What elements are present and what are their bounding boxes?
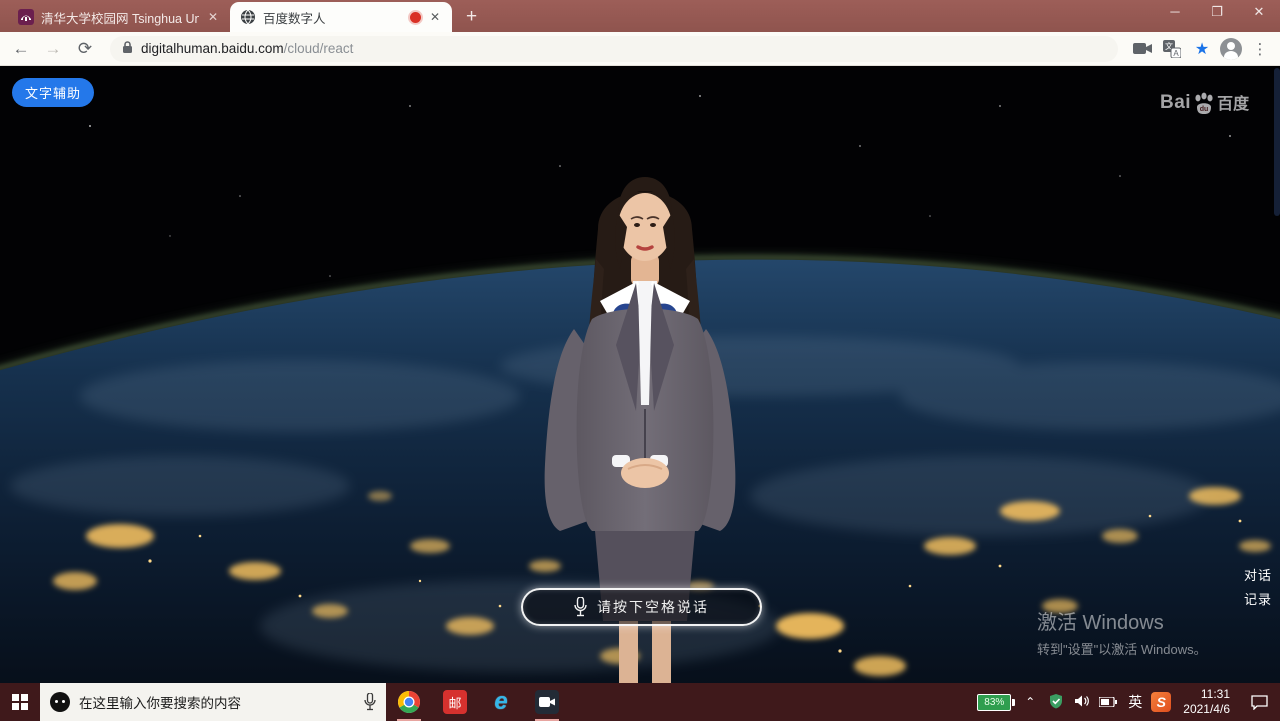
internet-explorer-icon[interactable]: e	[478, 683, 524, 721]
maximize-button[interactable]: ❐	[1196, 0, 1238, 26]
bookmark-star-icon[interactable]: ★	[1190, 37, 1214, 61]
activate-line1: 激活 Windows	[1037, 606, 1207, 635]
minimize-button[interactable]: ─	[1154, 0, 1196, 26]
tray-chevron-icon[interactable]: ⌃	[1019, 695, 1041, 709]
reload-button[interactable]: ⟳	[72, 39, 98, 59]
microphone-icon	[574, 597, 587, 617]
chrome-taskbar-icon[interactable]	[386, 683, 432, 721]
baidu-logo-text: Bai	[1160, 92, 1191, 114]
dialog-label: 对话	[1244, 564, 1272, 588]
taskbar-clock[interactable]: 11:31 2021/4/6	[1175, 687, 1240, 717]
camera-app-icon[interactable]	[524, 683, 570, 721]
address-bar[interactable]: digitalhuman.baidu.com/cloud/react	[110, 36, 1118, 62]
translate-icon[interactable]: 文A	[1160, 37, 1184, 61]
close-window-button[interactable]: ✕	[1238, 0, 1280, 26]
back-button[interactable]: ←	[8, 39, 34, 59]
baidu-paw-icon: du	[1192, 92, 1216, 116]
windows-taskbar: 在这里输入你要搜索的内容 邮 e	[0, 683, 1280, 721]
windows-logo-icon	[12, 694, 28, 710]
url-path: /cloud/react	[284, 41, 354, 56]
scrollbar-thumb[interactable]	[1274, 68, 1280, 216]
window-controls: ─ ❐ ✕	[1154, 0, 1280, 26]
lock-icon	[122, 41, 133, 57]
dialog-record-tab[interactable]: 对话 记录	[1244, 564, 1272, 612]
defender-shield-icon[interactable]	[1045, 693, 1067, 712]
tab-tsinghua[interactable]: 清华大学校园网 Tsinghua Univ ✕	[8, 2, 230, 32]
baidu-logo-watermark: Bai du 百度	[1160, 90, 1249, 114]
profile-avatar[interactable]	[1220, 38, 1242, 60]
recording-indicator-icon	[410, 12, 421, 23]
battery-percent: 83%	[984, 697, 1004, 708]
svg-text:du: du	[1200, 106, 1209, 113]
camera-share-icon[interactable]	[1130, 37, 1154, 61]
page-viewport: 文字辅助 Bai du 百度 请按下空格说话	[0, 66, 1280, 683]
svg-text:A: A	[1173, 49, 1179, 58]
search-placeholder: 在这里输入你要搜索的内容	[79, 692, 355, 712]
tab-title: 百度数字人	[263, 8, 403, 27]
cortana-icon	[50, 692, 70, 712]
new-tab-button[interactable]: +	[452, 6, 491, 32]
browser-titlebar: 清华大学校园网 Tsinghua Univ ✕ 百度数字人 ✕ + ─ ❐ ✕	[0, 0, 1280, 32]
battery-tray-icon[interactable]	[1097, 695, 1119, 710]
baidu-logo-cn: 百度	[1217, 90, 1249, 114]
menu-icon[interactable]: ⋮	[1248, 37, 1272, 61]
globe-favicon-icon	[240, 9, 256, 25]
clock-time: 11:31	[1183, 687, 1230, 702]
start-button[interactable]	[0, 683, 40, 721]
search-mic-icon[interactable]	[364, 693, 376, 711]
mail-taskbar-icon[interactable]: 邮	[432, 683, 478, 721]
taskbar-search-input[interactable]: 在这里输入你要搜索的内容	[40, 683, 386, 721]
ie-glyph: e	[494, 690, 507, 714]
text-assist-button[interactable]: 文字辅助	[12, 78, 94, 107]
input-language-indicator[interactable]: 英	[1123, 692, 1147, 712]
url-domain: digitalhuman.baidu.com	[141, 41, 284, 56]
sogou-input-icon[interactable]: S	[1151, 692, 1171, 712]
activate-line2: 转到"设置"以激活 Windows。	[1037, 639, 1207, 658]
browser-toolbar: ← → ⟳ digitalhuman.baidu.com/cloud/react…	[0, 32, 1280, 66]
battery-indicator[interactable]: 83%	[977, 694, 1011, 711]
forward-button: →	[40, 39, 66, 59]
tsinghua-favicon-icon	[18, 9, 34, 25]
tab-digitalhuman[interactable]: 百度数字人 ✕	[230, 2, 452, 32]
desktop-screen: 清华大学校园网 Tsinghua Univ ✕ 百度数字人 ✕ + ─ ❐ ✕ …	[0, 0, 1280, 721]
action-center-icon[interactable]	[1244, 695, 1274, 710]
speaker-icon[interactable]	[1071, 694, 1093, 711]
press-space-label: 请按下空格说话	[597, 597, 709, 617]
activate-windows-watermark: 激活 Windows 转到"设置"以激活 Windows。	[1037, 606, 1207, 658]
close-tab-icon[interactable]: ✕	[428, 10, 442, 24]
press-space-to-talk-button[interactable]: 请按下空格说话	[521, 588, 762, 626]
close-tab-icon[interactable]: ✕	[206, 10, 220, 24]
record-label: 记录	[1244, 588, 1272, 612]
tab-title: 清华大学校园网 Tsinghua Univ	[41, 8, 199, 27]
mail-badge: 邮	[443, 690, 467, 714]
clock-date: 2021/4/6	[1183, 702, 1230, 717]
system-tray: 83% ⌃ 英 S 11:31 2021/4/6	[977, 687, 1280, 717]
